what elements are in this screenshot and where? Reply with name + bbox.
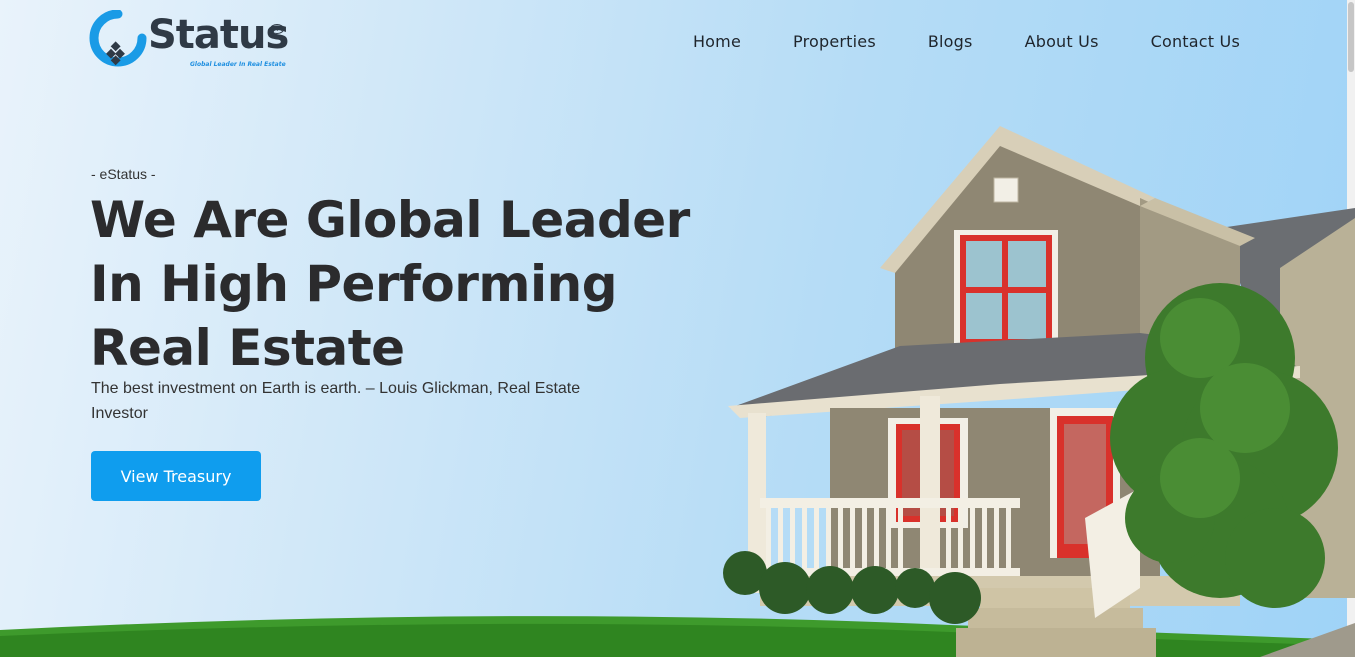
hero-title: We Are Global Leader In High Performing … <box>90 191 690 377</box>
nav-home[interactable]: Home <box>693 32 741 51</box>
brand-logo[interactable]: Status TM Global Leader In Real Estate <box>88 10 289 74</box>
nav-blogs[interactable]: Blogs <box>928 32 973 51</box>
hero-eyebrow: - eStatus - <box>91 166 156 182</box>
scrollbar-thumb[interactable] <box>1348 2 1354 72</box>
location-pin-icon <box>89 10 147 67</box>
nav-about-us[interactable]: About Us <box>1025 32 1099 51</box>
house-image <box>723 126 1355 657</box>
nav-properties[interactable]: Properties <box>793 32 876 51</box>
hero-quote: The best investment on Earth is earth. –… <box>91 380 581 422</box>
main-nav: Home Properties Blogs About Us Contact U… <box>693 32 1240 51</box>
view-treasury-button[interactable]: View Treasury <box>91 451 261 501</box>
brand-tagline: Global Leader In Real Estate <box>190 61 286 68</box>
brand-name: Status <box>148 12 289 58</box>
nav-contact-us[interactable]: Contact Us <box>1151 32 1240 51</box>
